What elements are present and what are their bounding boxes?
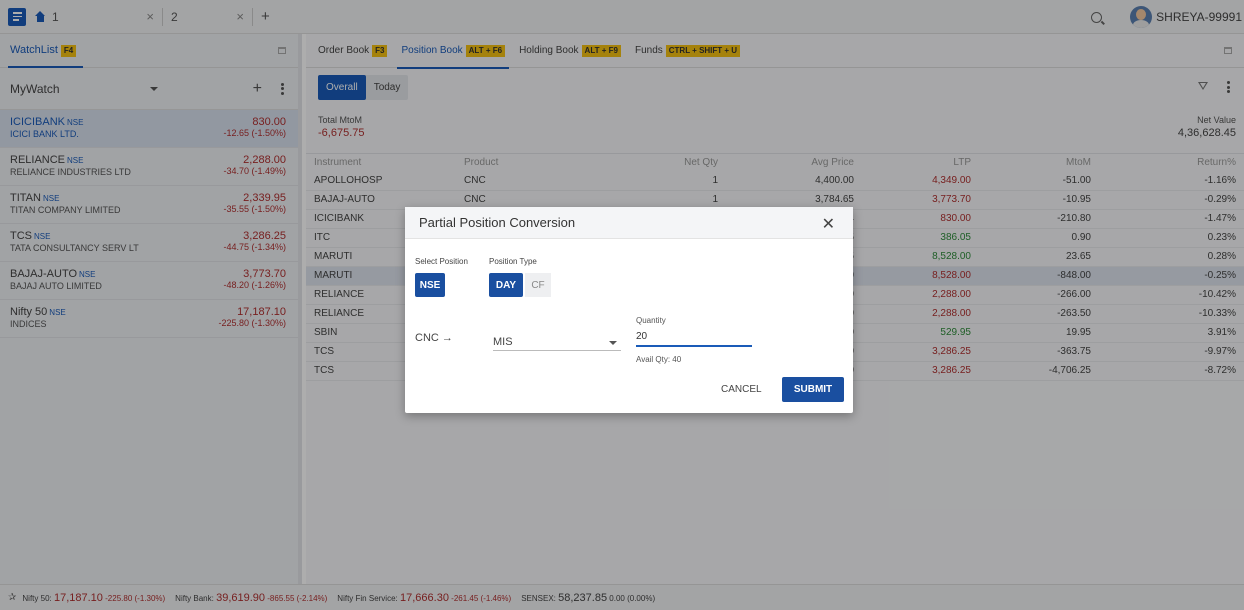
available-quantity: Avail Qty: 40 (636, 355, 682, 364)
partial-conversion-dialog: Partial Position Conversion ✕ Select Pos… (405, 207, 853, 413)
position-type-day-button[interactable]: DAY (489, 273, 523, 297)
submit-button[interactable]: SUBMIT (782, 377, 844, 402)
to-product-select[interactable]: MIS (493, 333, 621, 351)
to-product-value: MIS (493, 336, 513, 348)
dialog-header: Partial Position Conversion ✕ (405, 207, 853, 239)
quantity-label: Quantity (636, 316, 666, 325)
exchange-nse-button[interactable]: NSE (415, 273, 445, 297)
close-icon[interactable]: ✕ (822, 214, 835, 234)
chevron-down-icon (609, 341, 617, 345)
position-type-cf-button[interactable]: CF (525, 273, 551, 297)
dialog-title: Partial Position Conversion (419, 215, 576, 230)
cancel-button[interactable]: CANCEL (721, 384, 762, 395)
from-product-label: CNC → (415, 332, 453, 344)
position-type-label: Position Type (489, 257, 537, 266)
quantity-input[interactable] (636, 327, 752, 347)
select-position-label: Select Position (415, 257, 468, 266)
